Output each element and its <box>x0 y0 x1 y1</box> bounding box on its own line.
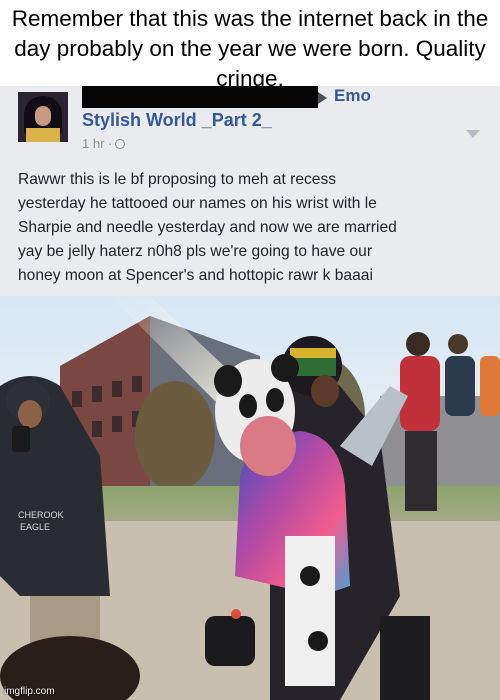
page-name-link[interactable]: Stylish World _Part 2_ <box>82 110 272 131</box>
post-photo[interactable]: CHEROOK EAGLE <box>0 296 500 700</box>
redacted-username <box>82 86 318 108</box>
svg-text:CHEROOK: CHEROOK <box>18 510 64 520</box>
svg-text:EAGLE: EAGLE <box>20 522 50 532</box>
avatar[interactable] <box>18 92 68 142</box>
avatar-shirt <box>26 128 60 142</box>
chevron-down-icon[interactable] <box>466 130 480 138</box>
timestamp-text: 1 hr · <box>82 136 113 151</box>
triangle-arrow-icon <box>318 92 327 104</box>
imgflip-watermark: imgflip.com <box>4 686 55 697</box>
post-text: Rawwr this is le bf proposing to meh at … <box>18 171 397 284</box>
meme-caption: Remember that this was the internet back… <box>0 0 500 92</box>
group-name-link[interactable]: Emo <box>334 86 371 106</box>
facebook-post: Emo Stylish World _Part 2_ 1 hr · Rawwr … <box>0 86 500 296</box>
photo-illustration: CHEROOK EAGLE <box>0 296 500 700</box>
post-timestamp[interactable]: 1 hr · <box>82 136 126 151</box>
globe-icon <box>115 139 126 149</box>
avatar-face <box>35 106 51 126</box>
